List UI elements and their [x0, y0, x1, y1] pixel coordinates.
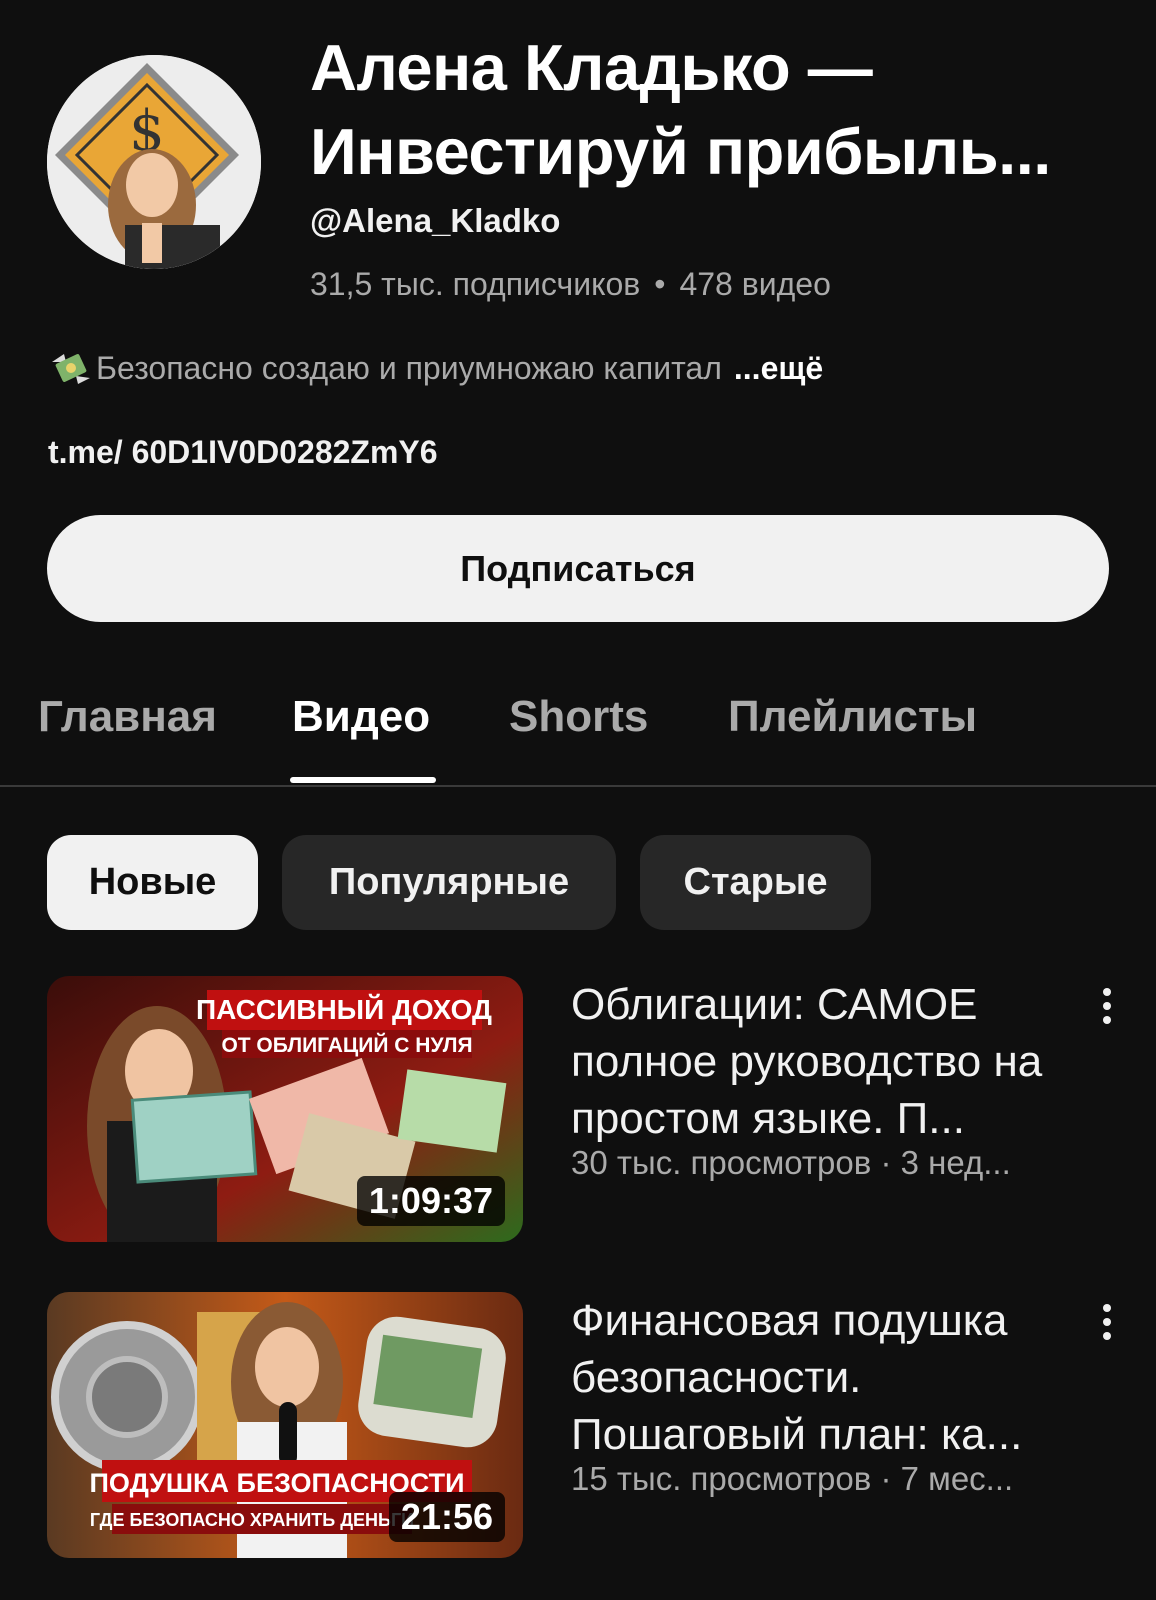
channel-description[interactable]: Безопасно создаю и приумножаю капитал ..…: [48, 348, 823, 388]
subscribe-button[interactable]: Подписаться: [47, 515, 1109, 622]
thumbnail-text-2: ГДЕ БЕЗОПАСНО ХРАНИТЬ ДЕНЬГИ: [90, 1510, 414, 1530]
channel-link[interactable]: t.me/ 60D1IV0D0282ZmY6: [48, 434, 438, 471]
tab-videos[interactable]: Видео: [292, 692, 430, 742]
video-thumbnail[interactable]: ПОДУШКА БЕЗОПАСНОСТИ ГДЕ БЕЗОПАСНО ХРАНИ…: [47, 1292, 523, 1558]
chip-newest[interactable]: Новые: [47, 835, 258, 930]
video-meta: 15 тыс. просмотров · 7 мес...: [571, 1460, 1014, 1497]
channel-handle: @Alena_Kladko: [310, 202, 561, 239]
money-with-wings-icon: [52, 354, 90, 384]
video-count: 478 видео: [679, 266, 831, 302]
video-meta: 30 тыс. просмотров · 3 нед...: [571, 1144, 1011, 1181]
tab-home[interactable]: Главная: [38, 692, 217, 742]
description-text: Безопасно создаю и приумножаю капитал: [96, 349, 722, 386]
video-duration: 1:09:37: [356, 1176, 505, 1226]
channel-tabs: Главная Видео Shorts Плейлисты: [0, 660, 1156, 787]
subscriber-count: 31,5 тыс. подписчиков: [310, 266, 641, 302]
channel-avatar[interactable]: $: [47, 55, 261, 269]
channel-title-line-1: Алена Кладько —: [310, 31, 873, 104]
more-link[interactable]: ...ещё: [734, 350, 823, 387]
tab-playlists[interactable]: Плейлисты: [728, 692, 977, 742]
stats-separator: •: [654, 266, 666, 302]
more-vert-icon[interactable]: [1090, 1300, 1124, 1344]
video-thumbnail[interactable]: ПАССИВНЫЙ ДОХОД ОТ ОБЛИГАЦИЙ С НУЛЯ 1:09…: [47, 976, 523, 1242]
video-title[interactable]: Облигации: САМОЕ полное руководство на п…: [571, 976, 1091, 1147]
channel-stats: 31,5 тыс. подписчиков • 478 видео: [310, 266, 831, 303]
active-tab-indicator: [290, 777, 436, 783]
chip-oldest[interactable]: Старые: [640, 835, 871, 930]
thumbnail-text-2: ОТ ОБЛИГАЦИЙ С НУЛЯ: [221, 1033, 472, 1057]
video-duration: 21:56: [388, 1492, 505, 1542]
channel-title-line-2: Инвестируй прибыль...: [310, 115, 1051, 188]
tab-shorts[interactable]: Shorts: [509, 692, 648, 742]
channel-title: Алена Кладько — Инвестируй прибыль...: [310, 26, 1130, 194]
chip-popular[interactable]: Популярные: [282, 835, 616, 930]
video-title[interactable]: Финансовая подушка безопасности. Пошагов…: [571, 1292, 1091, 1463]
more-vert-icon[interactable]: [1090, 984, 1124, 1028]
thumbnail-text-1: ПАССИВНЫЙ ДОХОД: [196, 993, 492, 1025]
